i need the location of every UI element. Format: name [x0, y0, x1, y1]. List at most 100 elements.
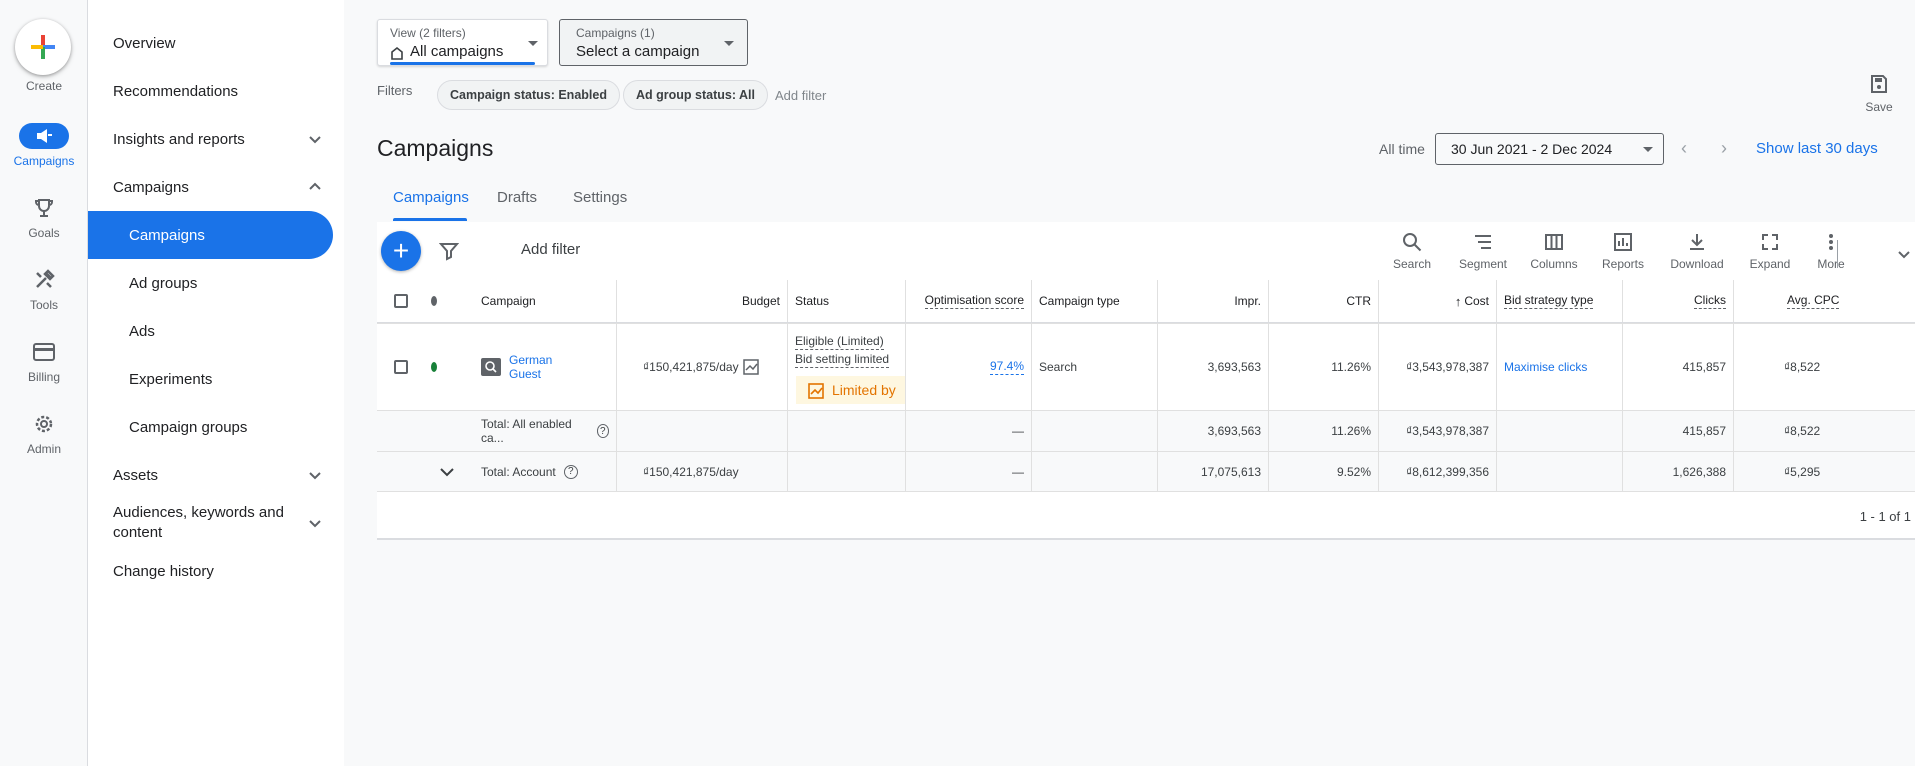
add-campaign-button[interactable]: +	[381, 231, 421, 271]
total-enabled-opt-score: —	[905, 411, 1031, 451]
nav-campaign-groups[interactable]: Campaign groups	[88, 403, 333, 451]
toolbar-segment[interactable]: Segment	[1448, 232, 1518, 271]
header-status[interactable]: Status	[787, 280, 905, 322]
bid-strategy-link[interactable]: Maximise clicks	[1504, 360, 1587, 374]
total-enabled-clicks: 415,857	[1622, 411, 1733, 451]
status-bid-setting-limited[interactable]: Bid setting limited	[795, 352, 890, 368]
toolbar-more[interactable]: More	[1796, 232, 1866, 271]
tab-drafts[interactable]: Drafts	[481, 183, 553, 212]
dropdown-arrow-icon	[528, 41, 538, 46]
header-budget[interactable]: Budget	[616, 280, 787, 322]
view-active-underline	[390, 62, 535, 65]
rail-campaigns-label[interactable]: Campaigns	[0, 154, 88, 168]
header-cost[interactable]: ↑ Cost	[1378, 280, 1496, 322]
header-clicks[interactable]: Clicks	[1622, 280, 1733, 322]
nav-label: Recommendations	[113, 82, 239, 100]
tab-campaigns[interactable]: Campaigns	[377, 183, 485, 212]
nav-ads[interactable]: Ads	[88, 307, 333, 355]
nav-assets[interactable]: Assets	[88, 451, 333, 499]
optimisation-score-link[interactable]: 97.4%	[989, 359, 1024, 375]
nav-label: Ads	[129, 322, 155, 340]
date-range-value: 30 Jun 2021 - 2 Dec 2024	[1451, 141, 1613, 157]
header-campaign-type[interactable]: Campaign type	[1031, 280, 1157, 322]
help-icon[interactable]: ?	[563, 464, 578, 479]
status-cell: Eligible (Limited) Bid setting limited L…	[787, 324, 905, 410]
nav-label: Ad groups	[129, 274, 198, 292]
filter-chip-ad-group-status[interactable]: Ad group status: All	[623, 80, 768, 110]
limited-by-banner[interactable]: Limited by	[796, 376, 905, 404]
chevron-right-icon[interactable]: ›	[1714, 138, 1734, 158]
rail-tools-label[interactable]: Tools	[0, 298, 88, 312]
nav-recommendations[interactable]: Recommendations	[88, 67, 333, 115]
create-button[interactable]	[15, 19, 71, 75]
campaign-name-link-line2[interactable]: Guest	[509, 367, 552, 381]
page-title: Campaigns	[377, 135, 494, 161]
plus-multicolor-icon	[31, 35, 55, 59]
toolbar-download[interactable]: Download	[1662, 232, 1732, 271]
header-impressions[interactable]: Impr.	[1157, 280, 1268, 322]
toolbar-columns[interactable]: Columns	[1519, 232, 1589, 271]
nav-change-history[interactable]: Change history	[88, 547, 333, 595]
campaign-name-link[interactable]: German	[509, 353, 552, 367]
header-label: Optimisation score	[924, 293, 1024, 309]
nav-label: Campaigns	[129, 226, 205, 244]
nav-insights-and-reports[interactable]: Insights and reports	[88, 115, 333, 163]
status-enabled-dot[interactable]	[431, 362, 437, 372]
budget-value: ₫150,421,875/day	[643, 360, 739, 374]
total-account-opt-score: —	[905, 452, 1031, 491]
filter-chip-campaign-status[interactable]: Campaign status: Enabled	[437, 80, 620, 110]
help-icon[interactable]: ?	[596, 424, 609, 438]
header-optimisation-score[interactable]: Optimisation score	[905, 280, 1031, 322]
chevron-up-icon	[309, 182, 321, 190]
nav-overview[interactable]: Overview	[88, 19, 333, 67]
total-enabled-ctr: 11.26%	[1268, 411, 1378, 451]
ctr-cell: 11.26%	[1268, 324, 1378, 410]
filter-icon[interactable]	[439, 241, 459, 261]
nav-campaigns-group[interactable]: Campaigns	[88, 163, 333, 211]
nav-experiments[interactable]: Experiments	[88, 355, 333, 403]
chart-trend-icon[interactable]	[742, 359, 759, 375]
gear-icon[interactable]	[29, 412, 59, 436]
rail-admin-label[interactable]: Admin	[0, 442, 88, 456]
total-enabled-status	[787, 411, 905, 451]
rail-billing-label[interactable]: Billing	[0, 370, 88, 384]
toolbar-expand[interactable]: Expand	[1735, 232, 1805, 271]
total-account-budget: ₫150,421,875/day	[616, 452, 787, 491]
header-campaign[interactable]: Campaign	[474, 280, 616, 322]
select-all-checkbox[interactable]	[394, 294, 408, 308]
header-avg-cpc[interactable]: Avg. CPC	[1733, 280, 1915, 322]
save-button[interactable]: Save	[1859, 74, 1899, 114]
chevron-down-icon[interactable]	[1896, 246, 1912, 262]
add-filter-input[interactable]: Add filter	[521, 241, 580, 258]
chevron-left-icon[interactable]: ‹	[1674, 138, 1694, 158]
toolbar-search[interactable]: Search	[1377, 232, 1447, 271]
header-ctr[interactable]: CTR	[1268, 280, 1378, 322]
nav-campaigns[interactable]: Campaigns	[88, 211, 333, 259]
row-checkbox[interactable]	[394, 360, 408, 374]
view-selector[interactable]: View (2 filters) All campaigns	[377, 19, 548, 66]
date-range-picker[interactable]: 30 Jun 2021 - 2 Dec 2024	[1435, 133, 1664, 165]
rail-goals-label[interactable]: Goals	[0, 226, 88, 240]
credit-card-icon[interactable]	[29, 340, 59, 364]
total-enabled-avg-cpc: ₫8,522	[1733, 411, 1915, 451]
tools-icon[interactable]	[29, 268, 59, 292]
rail-campaigns[interactable]	[19, 123, 69, 149]
header-bid-strategy-type[interactable]: Bid strategy type	[1496, 280, 1622, 322]
add-filter-link[interactable]: Add filter	[775, 88, 826, 103]
budget-cell[interactable]: ₫150,421,875/day	[616, 324, 787, 410]
clicks-cell: 415,857	[1622, 324, 1733, 410]
nav-ad-groups[interactable]: Ad groups	[88, 259, 333, 307]
row-select-cell	[387, 324, 415, 410]
show-last-30-days-link[interactable]: Show last 30 days	[1756, 140, 1878, 157]
campaign-selector[interactable]: Campaigns (1) Select a campaign	[559, 19, 748, 66]
chevron-down-icon[interactable]	[439, 464, 455, 480]
tab-settings[interactable]: Settings	[557, 183, 643, 212]
trophy-icon[interactable]	[29, 196, 59, 220]
nav-audiences[interactable]: Audiences, keywords and content	[88, 499, 333, 547]
search-icon	[1403, 233, 1422, 252]
table-row[interactable]: German Guest ₫150,421,875/day Eligible (…	[377, 323, 1915, 410]
total-enabled-label: Total: All enabled ca...	[481, 417, 572, 445]
table-header-row: Campaign Budget Status Optimisation scor…	[377, 280, 1915, 324]
status-eligible-limited[interactable]: Eligible (Limited)	[795, 334, 884, 350]
toolbar-reports[interactable]: Reports	[1588, 232, 1658, 271]
